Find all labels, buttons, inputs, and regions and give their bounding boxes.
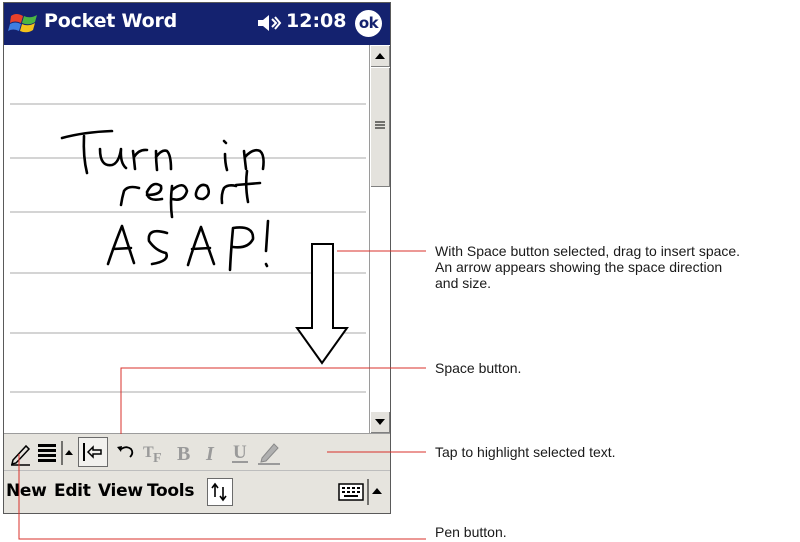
pen-icon[interactable] [8, 438, 32, 466]
bold-icon[interactable]: B [174, 438, 194, 466]
pocket-pc-screen: Pocket Word 12:08 ok T F B I U New Edit … [3, 2, 391, 514]
writing-canvas[interactable] [4, 45, 368, 433]
input-selector-arrow-icon[interactable] [366, 477, 386, 507]
scroll-up-button[interactable] [370, 45, 390, 67]
callout-pen-button: Pen button. [435, 524, 507, 540]
callout-space-button: Space button. [435, 360, 522, 376]
scroll-down-button[interactable] [370, 411, 390, 433]
menu-new[interactable]: New [6, 481, 47, 501]
handwritten-note [60, 129, 270, 272]
space-button[interactable] [78, 437, 108, 467]
svg-text:B: B [177, 443, 190, 465]
space-direction-arrow [295, 243, 349, 365]
keyboard-icon[interactable] [338, 483, 364, 501]
expand-arrow-icon[interactable] [61, 438, 75, 466]
italic-icon[interactable]: I [202, 438, 222, 466]
callout-space-drag: With Space button selected, drag to inse… [435, 243, 740, 291]
space-icon [83, 443, 102, 461]
app-title: Pocket Word [44, 10, 178, 32]
font-icon[interactable]: T F [141, 438, 167, 466]
grip-icon [375, 121, 385, 129]
menu-bar: New Edit View Tools [4, 470, 390, 513]
undo-icon[interactable] [114, 438, 136, 466]
underline-icon[interactable]: U [229, 438, 251, 466]
windows-flag-icon[interactable] [7, 9, 41, 39]
menu-tools[interactable]: Tools [147, 481, 194, 501]
clock[interactable]: 12:08 [286, 10, 346, 32]
highlighter-icon[interactable] [256, 438, 282, 466]
vertical-scrollbar[interactable] [369, 45, 390, 433]
svg-text:F: F [153, 451, 162, 466]
svg-text:U: U [233, 442, 247, 463]
title-bar: Pocket Word 12:08 ok [4, 3, 390, 45]
up-down-arrows-icon [211, 482, 227, 502]
arrow-down-icon [375, 419, 385, 425]
callout-highlight: Tap to highlight selected text. [435, 444, 616, 460]
ok-button[interactable]: ok [355, 10, 382, 37]
callout-space-drag-line3: and size. [435, 275, 492, 291]
callout-space-drag-line2: An arrow appears showing the space direc… [435, 259, 723, 275]
svg-text:I: I [205, 443, 215, 465]
menu-view[interactable]: View [98, 481, 143, 501]
line-spacing-icon[interactable] [37, 438, 59, 466]
arrow-up-icon [375, 53, 385, 59]
scroll-thumb[interactable] [370, 67, 390, 187]
sort-button[interactable] [207, 478, 233, 506]
speaker-icon[interactable] [256, 12, 282, 34]
ruled-lines [10, 103, 366, 393]
formatting-toolbar: T F B I U [4, 433, 390, 470]
menu-edit[interactable]: Edit [54, 481, 91, 501]
callout-space-drag-line1: With Space button selected, drag to inse… [435, 243, 741, 259]
